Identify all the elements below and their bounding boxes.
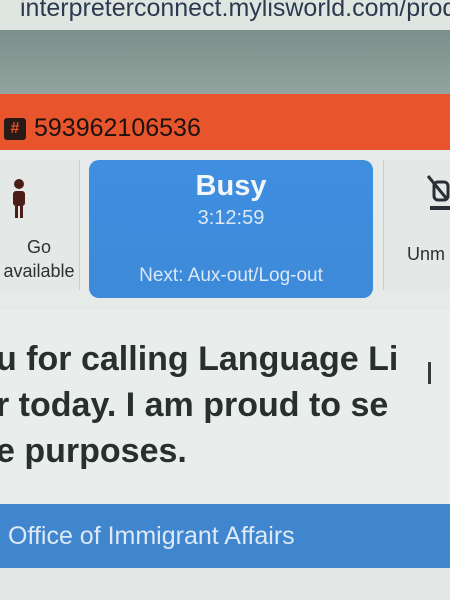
person-icon bbox=[13, 179, 25, 218]
status-timer: 3:12:59 bbox=[197, 207, 265, 229]
bottom-strip bbox=[0, 568, 450, 600]
script-line-1: u for calling Language Li bbox=[0, 340, 399, 378]
text-cursor-icon bbox=[428, 362, 431, 384]
office-name: Office of Immigrant Affairs bbox=[8, 522, 295, 550]
status-title: Busy bbox=[195, 170, 267, 202]
address-bar[interactable]: interpreterconnect.mylisworld.com/prod/ bbox=[0, 0, 450, 30]
browser-toolbar-band bbox=[0, 30, 450, 94]
url-text[interactable]: interpreterconnect.mylisworld.com/prod/ bbox=[20, 0, 450, 23]
hash-icon: # bbox=[4, 118, 26, 140]
script-line-2: r today. I am proud to se bbox=[0, 386, 389, 424]
muted-phone-icon bbox=[426, 175, 450, 210]
go-available-label: Go available bbox=[3, 237, 75, 281]
script-line-3: e purposes. bbox=[0, 432, 187, 470]
next-status-label: Next: Aux-out/Log-out bbox=[139, 265, 323, 286]
call-id-number: 593962106536 bbox=[34, 114, 201, 142]
unmute-label: Unm bbox=[407, 244, 446, 264]
